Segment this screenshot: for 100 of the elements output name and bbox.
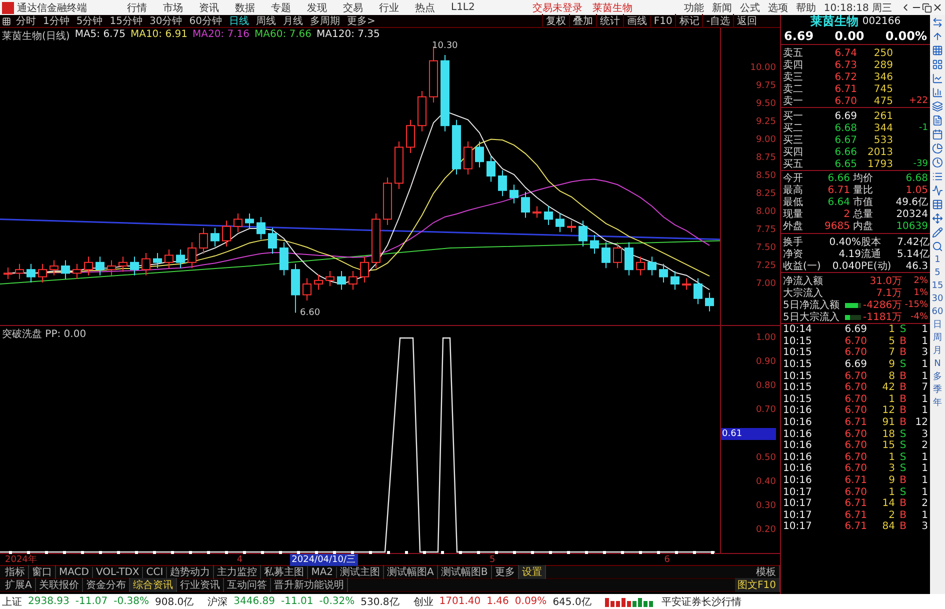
info-tab[interactable]: 晋升新功能说明 bbox=[270, 578, 348, 592]
period-shortcut[interactable]: 季 bbox=[933, 385, 942, 395]
period-shortcut[interactable]: 60 bbox=[932, 307, 944, 317]
period-tab[interactable]: 周线 bbox=[256, 14, 276, 28]
search-icon[interactable] bbox=[932, 241, 943, 252]
stat-value: 0.040 bbox=[831, 260, 861, 272]
tick-side: B bbox=[898, 370, 908, 382]
calendar-icon[interactable] bbox=[932, 129, 943, 140]
menu-item[interactable]: 数据 bbox=[235, 0, 255, 14]
arrow-up-icon[interactable] bbox=[932, 31, 943, 42]
notice-text[interactable]: 交易未登录 bbox=[532, 0, 582, 14]
grid-icon[interactable] bbox=[932, 45, 943, 56]
tool-button[interactable]: F10 bbox=[650, 16, 676, 26]
tool-button[interactable]: 返回 bbox=[733, 14, 760, 28]
tool-button[interactable]: -自选 bbox=[702, 14, 733, 28]
menu-item[interactable]: 交易 bbox=[343, 0, 363, 14]
close-icon[interactable] bbox=[932, 2, 943, 13]
menu-item[interactable]: 行情 bbox=[127, 0, 147, 14]
layers-icon[interactable] bbox=[932, 101, 943, 112]
tick-count: 1 bbox=[920, 359, 928, 370]
menu-item[interactable]: 公式 bbox=[740, 0, 760, 14]
menu-item[interactable]: L1L2 bbox=[451, 2, 475, 13]
menu-item[interactable]: 功能 bbox=[684, 0, 704, 14]
tick-volume: 2 bbox=[888, 510, 895, 521]
flow-label: 5日大宗流入 bbox=[783, 310, 840, 324]
tick-count: 3 bbox=[920, 428, 928, 440]
arrows-icon[interactable] bbox=[932, 17, 943, 28]
period-shortcut[interactable]: 30 bbox=[932, 294, 944, 304]
period-shortcut[interactable]: 周 bbox=[933, 333, 942, 343]
menu-item[interactable]: 新闻 bbox=[712, 0, 732, 14]
quote-value: 0.00% bbox=[885, 29, 927, 43]
period-shortcut[interactable]: 多 bbox=[933, 372, 942, 382]
indicator-tab[interactable]: MACD bbox=[56, 566, 93, 578]
list-icon[interactable] bbox=[932, 171, 943, 182]
menu-item[interactable]: 市场 bbox=[163, 0, 183, 14]
tick-count: 1 bbox=[920, 370, 928, 382]
restore-icon[interactable] bbox=[922, 2, 932, 12]
period-shortcut[interactable]: 15 bbox=[932, 281, 944, 291]
line-chart-icon[interactable] bbox=[932, 73, 943, 84]
pie-chart-icon[interactable] bbox=[932, 143, 943, 154]
period-tab[interactable]: 5分钟 bbox=[76, 14, 103, 28]
tool-button[interactable]: 标记 bbox=[675, 14, 702, 28]
stat-label: 今开 bbox=[783, 172, 804, 184]
tick-time: 10:16 bbox=[783, 417, 813, 428]
period-tab[interactable]: 月线 bbox=[282, 14, 303, 28]
period-tab[interactable]: 15分钟 bbox=[110, 14, 142, 28]
app-name: 通达信金融终端 bbox=[17, 2, 87, 14]
period-shortcut[interactable]: 日 bbox=[933, 320, 942, 330]
period-tab[interactable]: 30分钟 bbox=[149, 14, 182, 28]
stat-label: 量比 bbox=[853, 184, 874, 196]
period-shortcut[interactable]: 1 bbox=[934, 255, 940, 265]
move-icon[interactable] bbox=[932, 213, 943, 224]
notice-text[interactable]: 莱茵生物 bbox=[592, 0, 632, 14]
tick-side: S bbox=[898, 428, 908, 440]
f10-button[interactable]: 图文F10 bbox=[734, 578, 780, 592]
info-tab[interactable]: 关联报价 bbox=[36, 578, 83, 592]
tool-button[interactable]: 画线 bbox=[622, 14, 650, 28]
tool-button[interactable]: 复权 bbox=[542, 14, 569, 28]
stat-value: 20324 bbox=[895, 208, 928, 220]
period-shortcut[interactable]: N bbox=[934, 359, 941, 369]
period-shortcut[interactable]: 月 bbox=[933, 346, 942, 356]
table-icon[interactable] bbox=[932, 199, 943, 210]
period-tab[interactable]: 分时 bbox=[16, 14, 36, 28]
tool-button[interactable]: 叠加 bbox=[568, 14, 596, 28]
period-tab[interactable]: 60分钟 bbox=[189, 14, 222, 28]
pencil-icon[interactable] bbox=[932, 227, 943, 238]
period-tab[interactable]: 更多> bbox=[346, 14, 376, 28]
info-tab[interactable]: 互动问答 bbox=[224, 578, 271, 592]
menu-item[interactable]: 专题 bbox=[271, 0, 291, 14]
info-tab[interactable]: 扩展A bbox=[2, 578, 36, 592]
clock-icon[interactable] bbox=[932, 157, 943, 168]
document-icon[interactable] bbox=[932, 115, 943, 126]
period-tab[interactable]: 多周期 bbox=[310, 14, 340, 28]
tick-price: 6.69 bbox=[844, 359, 867, 370]
info-tab[interactable]: 综合资讯 bbox=[130, 578, 177, 592]
bar-chart-icon[interactable] bbox=[932, 87, 943, 98]
tool-button[interactable]: 统计 bbox=[596, 14, 623, 28]
indicator-tab[interactable]: 设置 bbox=[518, 565, 546, 579]
period-shortcut[interactable]: 5 bbox=[934, 268, 940, 278]
tick-time: 10:17 bbox=[783, 510, 813, 521]
period-tab[interactable]: 1分钟 bbox=[43, 14, 70, 28]
menu-item[interactable]: 发现 bbox=[307, 0, 327, 14]
menu-item[interactable]: 帮助 bbox=[796, 0, 816, 14]
info-tab[interactable]: 行业资讯 bbox=[176, 578, 224, 592]
menu-item[interactable]: 行业 bbox=[379, 0, 399, 14]
book-volume: 745 bbox=[872, 84, 893, 94]
menu-item[interactable]: 热点 bbox=[415, 0, 435, 14]
clock-text: 10:18:18 周三 bbox=[824, 2, 892, 14]
period-shortcut[interactable]: 年 bbox=[933, 398, 942, 408]
volume-change: -39 bbox=[912, 159, 928, 169]
grid-icon[interactable] bbox=[932, 59, 943, 70]
menu-item[interactable]: 选项 bbox=[768, 0, 788, 14]
axis-label: 0.50 bbox=[756, 452, 776, 465]
stock-name: 莱茵生物 bbox=[810, 13, 858, 30]
stat-value: 2 bbox=[842, 208, 850, 220]
menu-item[interactable]: 资讯 bbox=[199, 0, 219, 14]
date-label: 6 bbox=[663, 554, 672, 564]
activity-icon[interactable] bbox=[932, 185, 943, 196]
period-tab[interactable]: 日线 bbox=[228, 14, 249, 28]
indicator-tab[interactable]: MA2 bbox=[308, 566, 338, 578]
